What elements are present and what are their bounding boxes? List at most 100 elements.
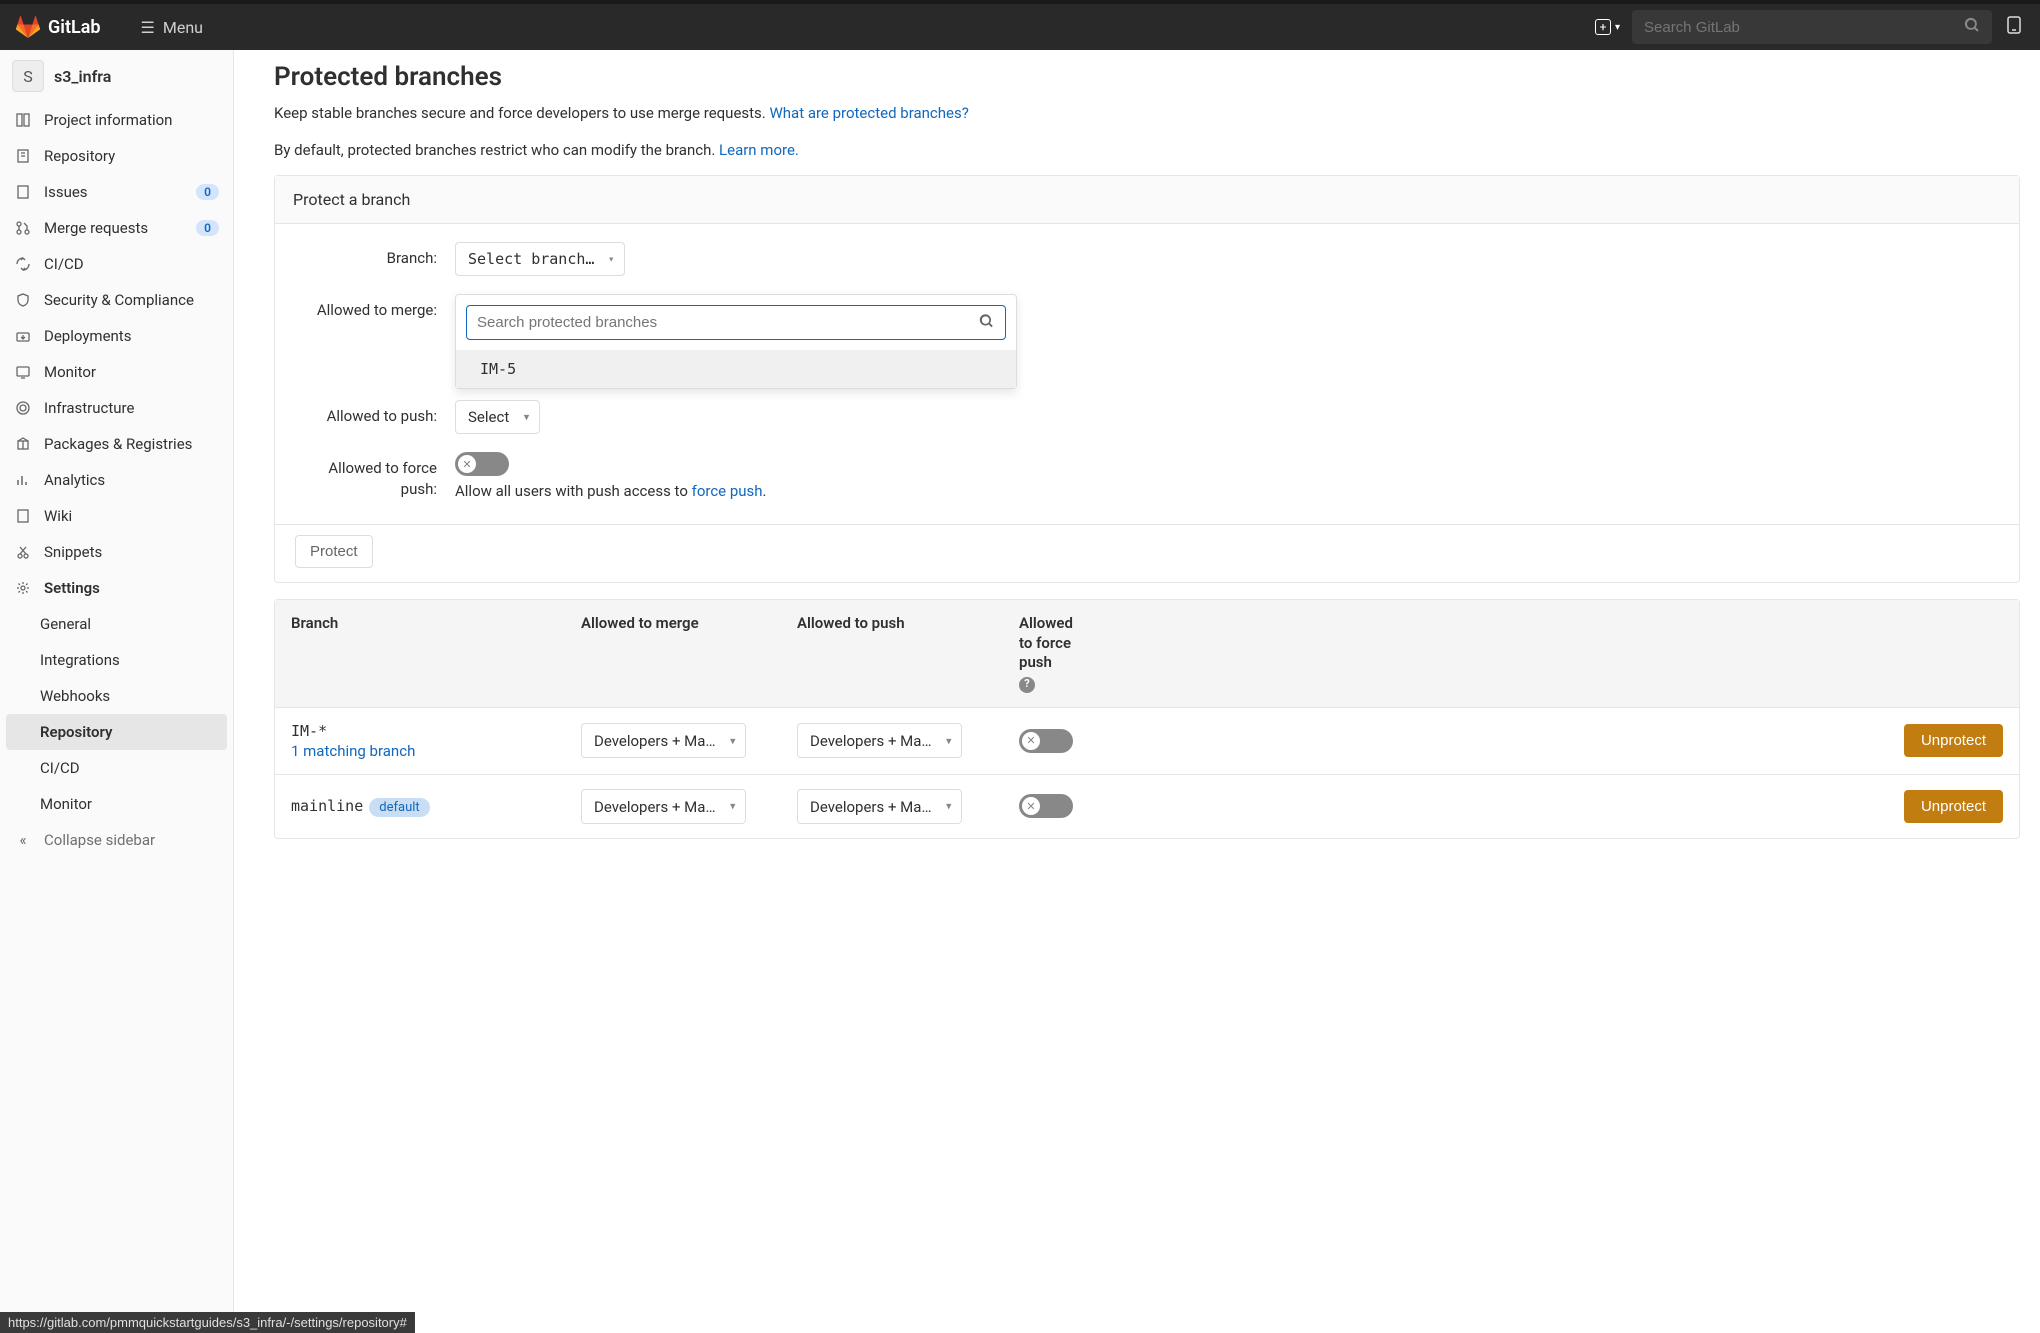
hamburger-icon: ☰ — [141, 18, 155, 37]
protect-button[interactable]: Protect — [295, 535, 373, 568]
search-icon — [1964, 17, 1980, 37]
menu-button[interactable]: ☰ Menu — [141, 18, 203, 37]
force-push-description: Allow all users with push access to forc… — [455, 482, 1999, 500]
sidebar-item-issues[interactable]: Issues0 — [0, 174, 233, 210]
sidebar-item-repository[interactable]: Repository — [0, 138, 233, 174]
push-select[interactable]: Select▾ — [455, 400, 540, 434]
sidebar-item-security-compliance[interactable]: Security & Compliance — [0, 282, 233, 318]
gitlab-logo[interactable]: GitLab — [16, 15, 101, 39]
chevron-down-icon: ▾ — [730, 800, 736, 813]
repo-icon — [14, 148, 32, 164]
issues-icon — [14, 184, 32, 200]
unprotect-button[interactable]: Unprotect — [1904, 790, 2003, 823]
force-push-link[interactable]: force push — [692, 482, 763, 500]
status-bar-url: https://gitlab.com/pmmquickstartguides/s… — [0, 1312, 415, 1333]
chevron-down-icon: ▾ — [1615, 22, 1620, 33]
sidebar-item-ci-cd[interactable]: CI/CD — [0, 246, 233, 282]
cicd-icon — [14, 256, 32, 272]
sidebar-item-project-information[interactable]: Project information — [0, 102, 233, 138]
sidebar-item-monitor[interactable]: Monitor — [0, 354, 233, 390]
sidebar: S s3_infra Project informationRepository… — [0, 50, 234, 1333]
sidebar-subitem-monitor[interactable]: Monitor — [0, 786, 233, 822]
sidebar-subitem-webhooks[interactable]: Webhooks — [0, 678, 233, 714]
project-name: s3_infra — [54, 67, 111, 86]
branch-select[interactable]: Select branch…▾ — [455, 242, 625, 276]
push-label: Allowed to push: — [295, 400, 455, 427]
force-push-label: Allowed to force push: — [295, 452, 455, 500]
badge: 0 — [196, 184, 219, 200]
sidebar-subitem-general[interactable]: General — [0, 606, 233, 642]
new-dropdown[interactable]: + ▾ — [1595, 19, 1620, 35]
sidebar-item-merge-requests[interactable]: Merge requests0 — [0, 210, 233, 246]
sidebar-item-analytics[interactable]: Analytics — [0, 462, 233, 498]
toggle-knob: ✕ — [1022, 797, 1040, 815]
branch-dropdown-panel: IM-5 — [455, 294, 1017, 389]
sidebar-item-settings[interactable]: Settings — [0, 570, 233, 606]
sidebar-item-wiki[interactable]: Wiki — [0, 498, 233, 534]
force-push-toggle[interactable]: ✕ — [455, 452, 509, 476]
collapse-sidebar[interactable]: « Collapse sidebar — [0, 822, 233, 858]
sidebar-subitem-ci-cd[interactable]: CI/CD — [0, 750, 233, 786]
deploy-icon — [14, 328, 32, 344]
search-branches-input[interactable] — [466, 305, 1006, 340]
th-force: Allowed to force push ? — [1003, 600, 1103, 707]
th-push: Allowed to push — [781, 600, 1003, 707]
help-icon[interactable]: ? — [1019, 677, 1035, 693]
matching-link[interactable]: 1 matching branch — [291, 742, 549, 760]
branch-option[interactable]: IM-5 — [456, 350, 1016, 388]
push-select[interactable]: Developers + Ma…▾ — [797, 723, 962, 758]
project-header[interactable]: S s3_infra — [0, 50, 233, 102]
project-avatar: S — [12, 60, 44, 92]
settings-icon — [14, 580, 32, 596]
panel-header: Protect a branch — [275, 176, 2019, 224]
top-navbar: GitLab ☰ Menu + ▾ — [0, 0, 2040, 50]
protect-branch-panel: Protect a branch Branch: Select branch…▾… — [274, 175, 2020, 583]
monitor-icon — [14, 364, 32, 380]
force-push-toggle[interactable]: ✕ — [1019, 794, 1073, 818]
sidebar-item-infrastructure[interactable]: Infrastructure — [0, 390, 233, 426]
merge-select[interactable]: Developers + Ma…▾ — [581, 789, 746, 824]
snippets-icon — [14, 544, 32, 560]
chevron-down-icon: ▾ — [946, 734, 952, 747]
th-branch: Branch — [275, 600, 565, 707]
sidebar-item-deployments[interactable]: Deployments — [0, 318, 233, 354]
search-input[interactable] — [1644, 19, 1964, 36]
wiki-icon — [14, 508, 32, 524]
page-title: Protected branches — [274, 62, 2020, 92]
merge-select[interactable]: Developers + Ma…▾ — [581, 723, 746, 758]
sidebar-subitem-integrations[interactable]: Integrations — [0, 642, 233, 678]
page-description-1: Keep stable branches secure and force de… — [274, 102, 2020, 125]
sidebar-item-snippets[interactable]: Snippets — [0, 534, 233, 570]
protected-branches-table: Branch Allowed to merge Allowed to push … — [274, 599, 2020, 839]
info-icon — [14, 112, 32, 128]
infra-icon — [14, 400, 32, 416]
branch-label: Branch: — [295, 242, 455, 269]
mr-icon — [14, 220, 32, 236]
toggle-knob: ✕ — [1022, 732, 1040, 750]
push-select[interactable]: Developers + Ma…▾ — [797, 789, 962, 824]
force-push-toggle[interactable]: ✕ — [1019, 729, 1073, 753]
table-row: IM-*1 matching branchDevelopers + Ma…▾De… — [275, 708, 2019, 775]
page-description-2: By default, protected branches restrict … — [274, 139, 2020, 162]
table-row: mainlinedefaultDevelopers + Ma…▾Develope… — [275, 775, 2019, 838]
shield-icon — [14, 292, 32, 308]
search-box[interactable] — [1632, 10, 1992, 44]
docs-icon[interactable] — [2004, 15, 2024, 39]
chevron-down-icon: ▾ — [946, 800, 952, 813]
sidebar-item-packages-registries[interactable]: Packages & Registries — [0, 426, 233, 462]
branch-name: mainline — [291, 797, 363, 815]
chevron-down-icon: ▾ — [608, 253, 615, 266]
th-merge: Allowed to merge — [565, 600, 781, 707]
chevron-down-icon: ▾ — [524, 411, 530, 424]
table-header: Branch Allowed to merge Allowed to push … — [275, 600, 2019, 708]
sidebar-subitem-repository[interactable]: Repository — [6, 714, 227, 750]
toggle-knob: ✕ — [458, 455, 476, 473]
gitlab-icon — [16, 15, 40, 39]
learn-more-link[interactable]: Learn more. — [719, 141, 799, 159]
protected-branches-link[interactable]: What are protected branches? — [769, 104, 968, 122]
merge-label: Allowed to merge: — [295, 294, 455, 321]
search-icon — [979, 313, 994, 332]
collapse-icon: « — [14, 831, 32, 849]
plus-icon: + — [1595, 19, 1611, 35]
unprotect-button[interactable]: Unprotect — [1904, 724, 2003, 757]
